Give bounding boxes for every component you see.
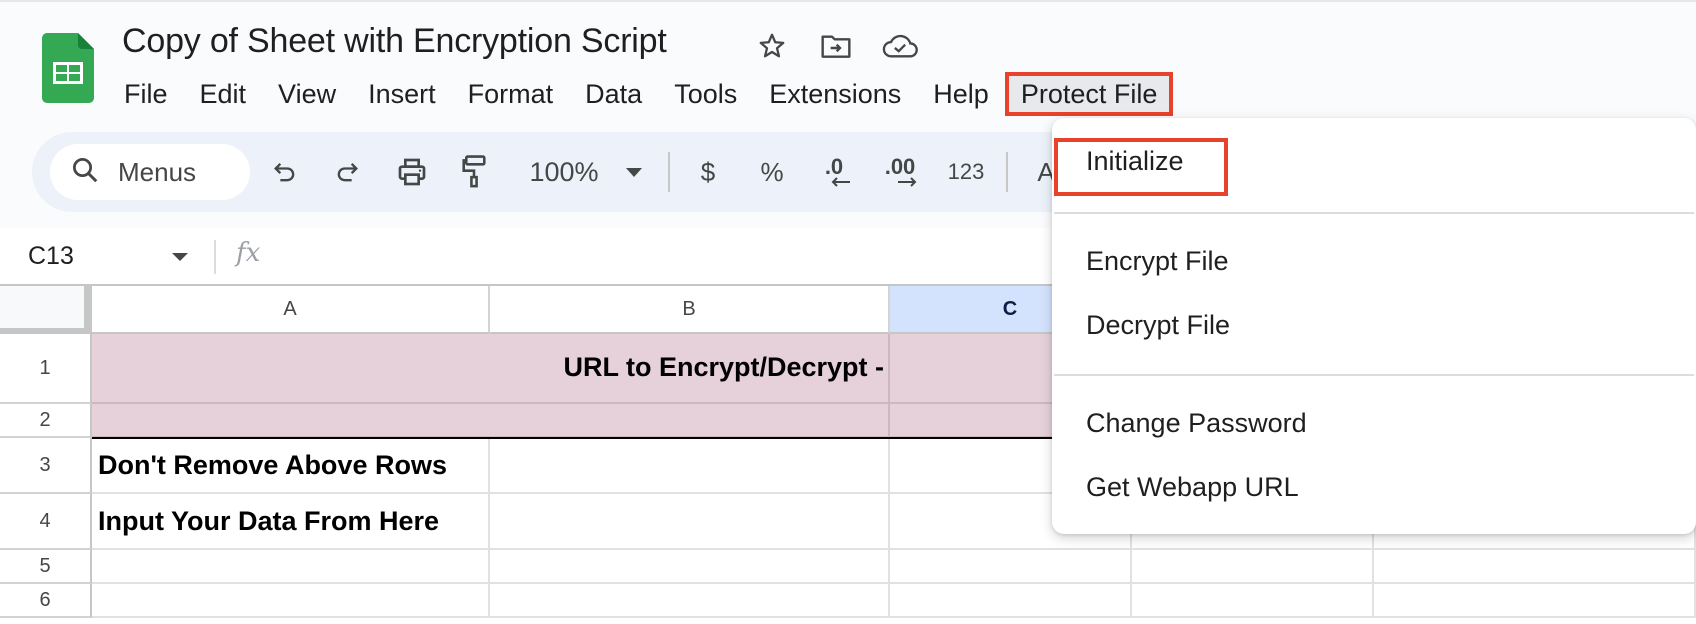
column-header-b[interactable]: B bbox=[490, 286, 890, 334]
menu-protect-file[interactable]: Protect File bbox=[1004, 72, 1174, 116]
menu-extensions[interactable]: Extensions bbox=[757, 72, 913, 116]
undo-icon[interactable] bbox=[268, 152, 302, 192]
menu-format[interactable]: Format bbox=[456, 72, 566, 116]
cell-b6[interactable] bbox=[490, 584, 890, 618]
menu-item-get-webapp-url[interactable]: Get Webapp URL bbox=[1086, 472, 1299, 503]
row-header-6[interactable]: 6 bbox=[0, 584, 92, 618]
cell-e6[interactable] bbox=[1374, 584, 1696, 618]
menu-item-change-password[interactable]: Change Password bbox=[1086, 408, 1307, 439]
menu-edit[interactable]: Edit bbox=[188, 72, 259, 116]
menu-file[interactable]: File bbox=[112, 72, 180, 116]
arrow-right-icon bbox=[898, 177, 917, 187]
search-placeholder: Menus bbox=[118, 156, 197, 187]
increase-decimal-button[interactable]: .00 bbox=[878, 152, 922, 192]
document-title[interactable]: Copy of Sheet with Encryption Script bbox=[122, 22, 667, 61]
cell-b3[interactable] bbox=[490, 439, 890, 494]
column-header-a[interactable]: A bbox=[92, 286, 490, 334]
decrease-decimal-label: .0 bbox=[824, 154, 844, 179]
format-percent-button[interactable]: % bbox=[758, 152, 786, 192]
toolbar-divider bbox=[1006, 152, 1008, 192]
menu-help[interactable]: Help bbox=[921, 72, 1001, 116]
cell-a6[interactable] bbox=[92, 584, 490, 618]
sheets-logo-icon[interactable] bbox=[42, 33, 94, 103]
cell-b1-text: URL to Encrypt/Decrypt - bbox=[563, 352, 884, 382]
fx-icon: fx bbox=[236, 238, 261, 268]
menu-divider bbox=[1054, 212, 1694, 214]
menu-item-encrypt-file[interactable]: Encrypt File bbox=[1086, 246, 1229, 277]
google-sheets-window: Copy of Sheet with Encryption Script Fil… bbox=[0, 0, 1696, 624]
cell-d5[interactable] bbox=[1132, 550, 1374, 584]
row-header-3[interactable]: 3 bbox=[0, 438, 92, 494]
row-header-2[interactable]: 2 bbox=[0, 404, 92, 438]
cell-e5[interactable] bbox=[1374, 550, 1696, 584]
menu-data[interactable]: Data bbox=[573, 72, 654, 116]
cell-a2-b2[interactable] bbox=[92, 404, 890, 438]
cell-d6[interactable] bbox=[1132, 584, 1374, 618]
select-all-corner[interactable] bbox=[0, 286, 92, 334]
zoom-select[interactable]: 100% bbox=[524, 152, 604, 192]
row-header-1[interactable]: 1 bbox=[0, 334, 92, 404]
more-formats-button[interactable]: 123 bbox=[944, 152, 988, 192]
move-to-folder-icon[interactable] bbox=[818, 28, 854, 64]
name-box[interactable]: C13 bbox=[28, 242, 74, 271]
menu-bar: File Edit View Insert Format Data Tools … bbox=[112, 70, 1174, 118]
top-border bbox=[0, 0, 1696, 2]
menu-search-input[interactable]: Menus bbox=[50, 144, 250, 200]
star-icon[interactable] bbox=[754, 28, 790, 64]
menu-divider bbox=[1054, 374, 1694, 376]
cloud-saved-icon[interactable] bbox=[882, 28, 918, 64]
percent-label: % bbox=[760, 156, 784, 187]
decrease-decimal-button[interactable]: .0 bbox=[814, 152, 854, 192]
increase-decimal-label: .00 bbox=[884, 154, 916, 179]
cell-b5[interactable] bbox=[490, 550, 890, 584]
cell-a4-text: Input Your Data From Here bbox=[98, 506, 440, 536]
more-formats-label: 123 bbox=[947, 159, 985, 184]
row-header-5[interactable]: 5 bbox=[0, 550, 92, 584]
format-currency-button[interactable]: $ bbox=[696, 152, 720, 192]
redo-icon[interactable] bbox=[330, 152, 364, 192]
menu-item-decrypt-file[interactable]: Decrypt File bbox=[1086, 310, 1230, 341]
menu-tools[interactable]: Tools bbox=[662, 72, 749, 116]
row-header-4[interactable]: 4 bbox=[0, 494, 92, 550]
name-box-dropdown-icon[interactable] bbox=[172, 253, 188, 261]
search-icon bbox=[70, 155, 100, 190]
zoom-dropdown-arrow-icon[interactable] bbox=[624, 152, 644, 192]
cell-a5[interactable] bbox=[92, 550, 490, 584]
paint-format-icon[interactable] bbox=[458, 152, 490, 192]
menu-view[interactable]: View bbox=[266, 72, 348, 116]
menu-insert[interactable]: Insert bbox=[356, 72, 448, 116]
print-icon[interactable] bbox=[394, 152, 430, 192]
toolbar-divider bbox=[668, 152, 670, 192]
arrow-left-icon bbox=[831, 177, 850, 187]
cell-c6[interactable] bbox=[890, 584, 1132, 618]
cell-a3-text: Don't Remove Above Rows bbox=[98, 450, 447, 480]
currency-label: $ bbox=[700, 156, 716, 187]
cell-c5[interactable] bbox=[890, 550, 1132, 584]
formula-divider bbox=[214, 240, 216, 274]
initialize-highlight-annotation bbox=[1054, 138, 1228, 196]
cell-b4[interactable] bbox=[490, 494, 890, 550]
zoom-value: 100% bbox=[529, 156, 599, 187]
